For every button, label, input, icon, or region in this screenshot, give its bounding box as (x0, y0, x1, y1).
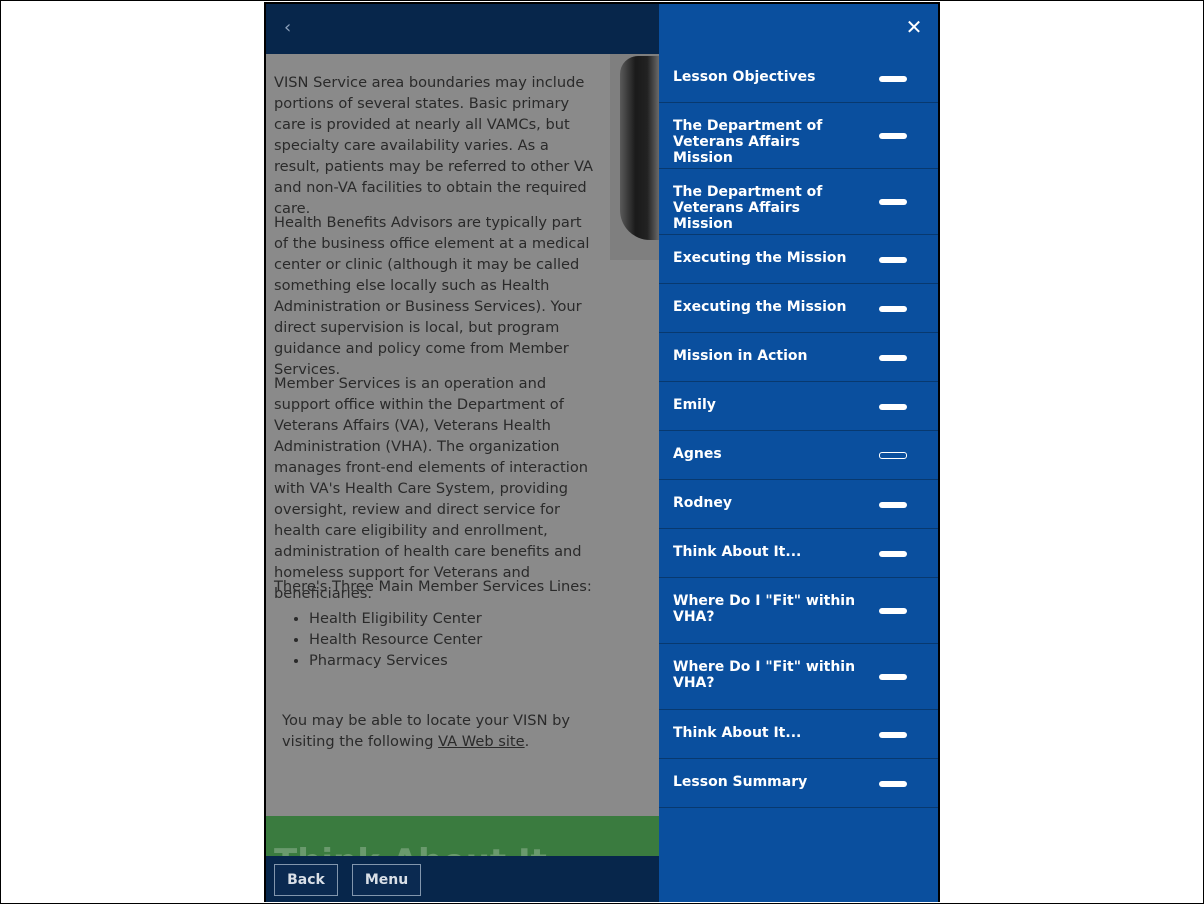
menu-item-label: Lesson Summary (673, 774, 808, 790)
article-body: VISN Service area boundaries may include… (266, 54, 659, 817)
lesson-image (610, 54, 659, 260)
paragraph-visn: VISN Service area boundaries may include… (274, 74, 593, 217)
menu-item[interactable]: Agnes (659, 431, 938, 480)
list-item: Health Eligibility Center (309, 608, 482, 629)
menu-item-label: Where Do I "Fit" within VHA? (673, 593, 856, 625)
bottom-bar: Back Menu (266, 856, 659, 902)
lesson-menu-panel: ✕ Lesson Objectives The Department of Ve… (659, 4, 938, 902)
menu-item[interactable]: Think About It... (659, 529, 938, 578)
menu-item[interactable]: The Department of Veterans Affairs Missi… (659, 103, 938, 169)
menu-item[interactable]: Rodney (659, 480, 938, 529)
paragraph-visn-locate: You may be able to locate your VISN by v… (282, 712, 571, 750)
menu-item[interactable]: Where Do I "Fit" within VHA? (659, 644, 938, 710)
course-player: ‹ VISN Service area boundaries may inclu… (264, 2, 940, 902)
menu-item[interactable]: Lesson Summary (659, 759, 938, 808)
next-section-header: Think About It (266, 816, 659, 860)
progress-indicator (879, 781, 907, 787)
menu-item-label: Think About It... (673, 544, 802, 560)
list-item: Pharmacy Services (309, 650, 482, 671)
menu-item[interactable]: Think About It... (659, 710, 938, 759)
menu-item[interactable]: Where Do I "Fit" within VHA? (659, 578, 938, 644)
progress-indicator (879, 551, 907, 557)
paragraph-hba: Health Benefits Advisors are typically p… (274, 214, 590, 378)
services-list: Health Eligibility Center Health Resourc… (289, 608, 482, 671)
progress-indicator (879, 355, 907, 361)
paragraph-lines-intro: There's Three Main Member Services Lines… (274, 578, 592, 595)
progress-indicator (879, 306, 907, 312)
menu-item-label: Agnes (673, 446, 722, 462)
menu-item[interactable]: Lesson Objectives (659, 54, 938, 103)
paragraph-member-services: Member Services is an operation and supp… (274, 375, 589, 602)
va-web-site-link[interactable]: VA Web site (438, 733, 525, 750)
menu-item-label: The Department of Veterans Affairs Missi… (673, 184, 823, 232)
menu-item-label: Executing the Mission (673, 250, 847, 266)
menu-item-label: Think About It... (673, 725, 802, 741)
progress-indicator (879, 133, 907, 139)
chevron-left-icon[interactable]: ‹ (284, 18, 300, 38)
top-bar: ‹ (266, 4, 659, 54)
progress-indicator (879, 76, 907, 82)
menu-item-label: Executing the Mission (673, 299, 847, 315)
menu-item-label: Lesson Objectives (673, 69, 816, 85)
menu-item-label: The Department of Veterans Affairs Missi… (673, 118, 823, 166)
progress-indicator (879, 608, 907, 614)
menu-item[interactable]: Executing the Mission (659, 235, 938, 284)
progress-indicator (879, 732, 907, 738)
menu-item[interactable]: Mission in Action (659, 333, 938, 382)
progress-indicator (879, 404, 907, 410)
lesson-content: ‹ VISN Service area boundaries may inclu… (266, 4, 659, 902)
close-icon[interactable]: ✕ (904, 17, 924, 37)
menu-button[interactable]: Menu (352, 864, 421, 896)
progress-indicator (879, 257, 907, 263)
progress-indicator (879, 674, 907, 680)
menu-item[interactable]: Emily (659, 382, 938, 431)
menu-item-label: Rodney (673, 495, 733, 511)
menu-header: ✕ (659, 4, 938, 55)
progress-indicator (879, 199, 907, 205)
list-item: Health Resource Center (309, 629, 482, 650)
menu-item-label: Emily (673, 397, 716, 413)
progress-indicator (879, 502, 907, 508)
menu-item[interactable]: Executing the Mission (659, 284, 938, 333)
menu-item-label: Mission in Action (673, 348, 808, 364)
menu-item-label: Where Do I "Fit" within VHA? (673, 659, 856, 691)
progress-indicator-incomplete (879, 452, 907, 459)
back-button[interactable]: Back (274, 864, 338, 896)
menu-item[interactable]: The Department of Veterans Affairs Missi… (659, 169, 938, 235)
